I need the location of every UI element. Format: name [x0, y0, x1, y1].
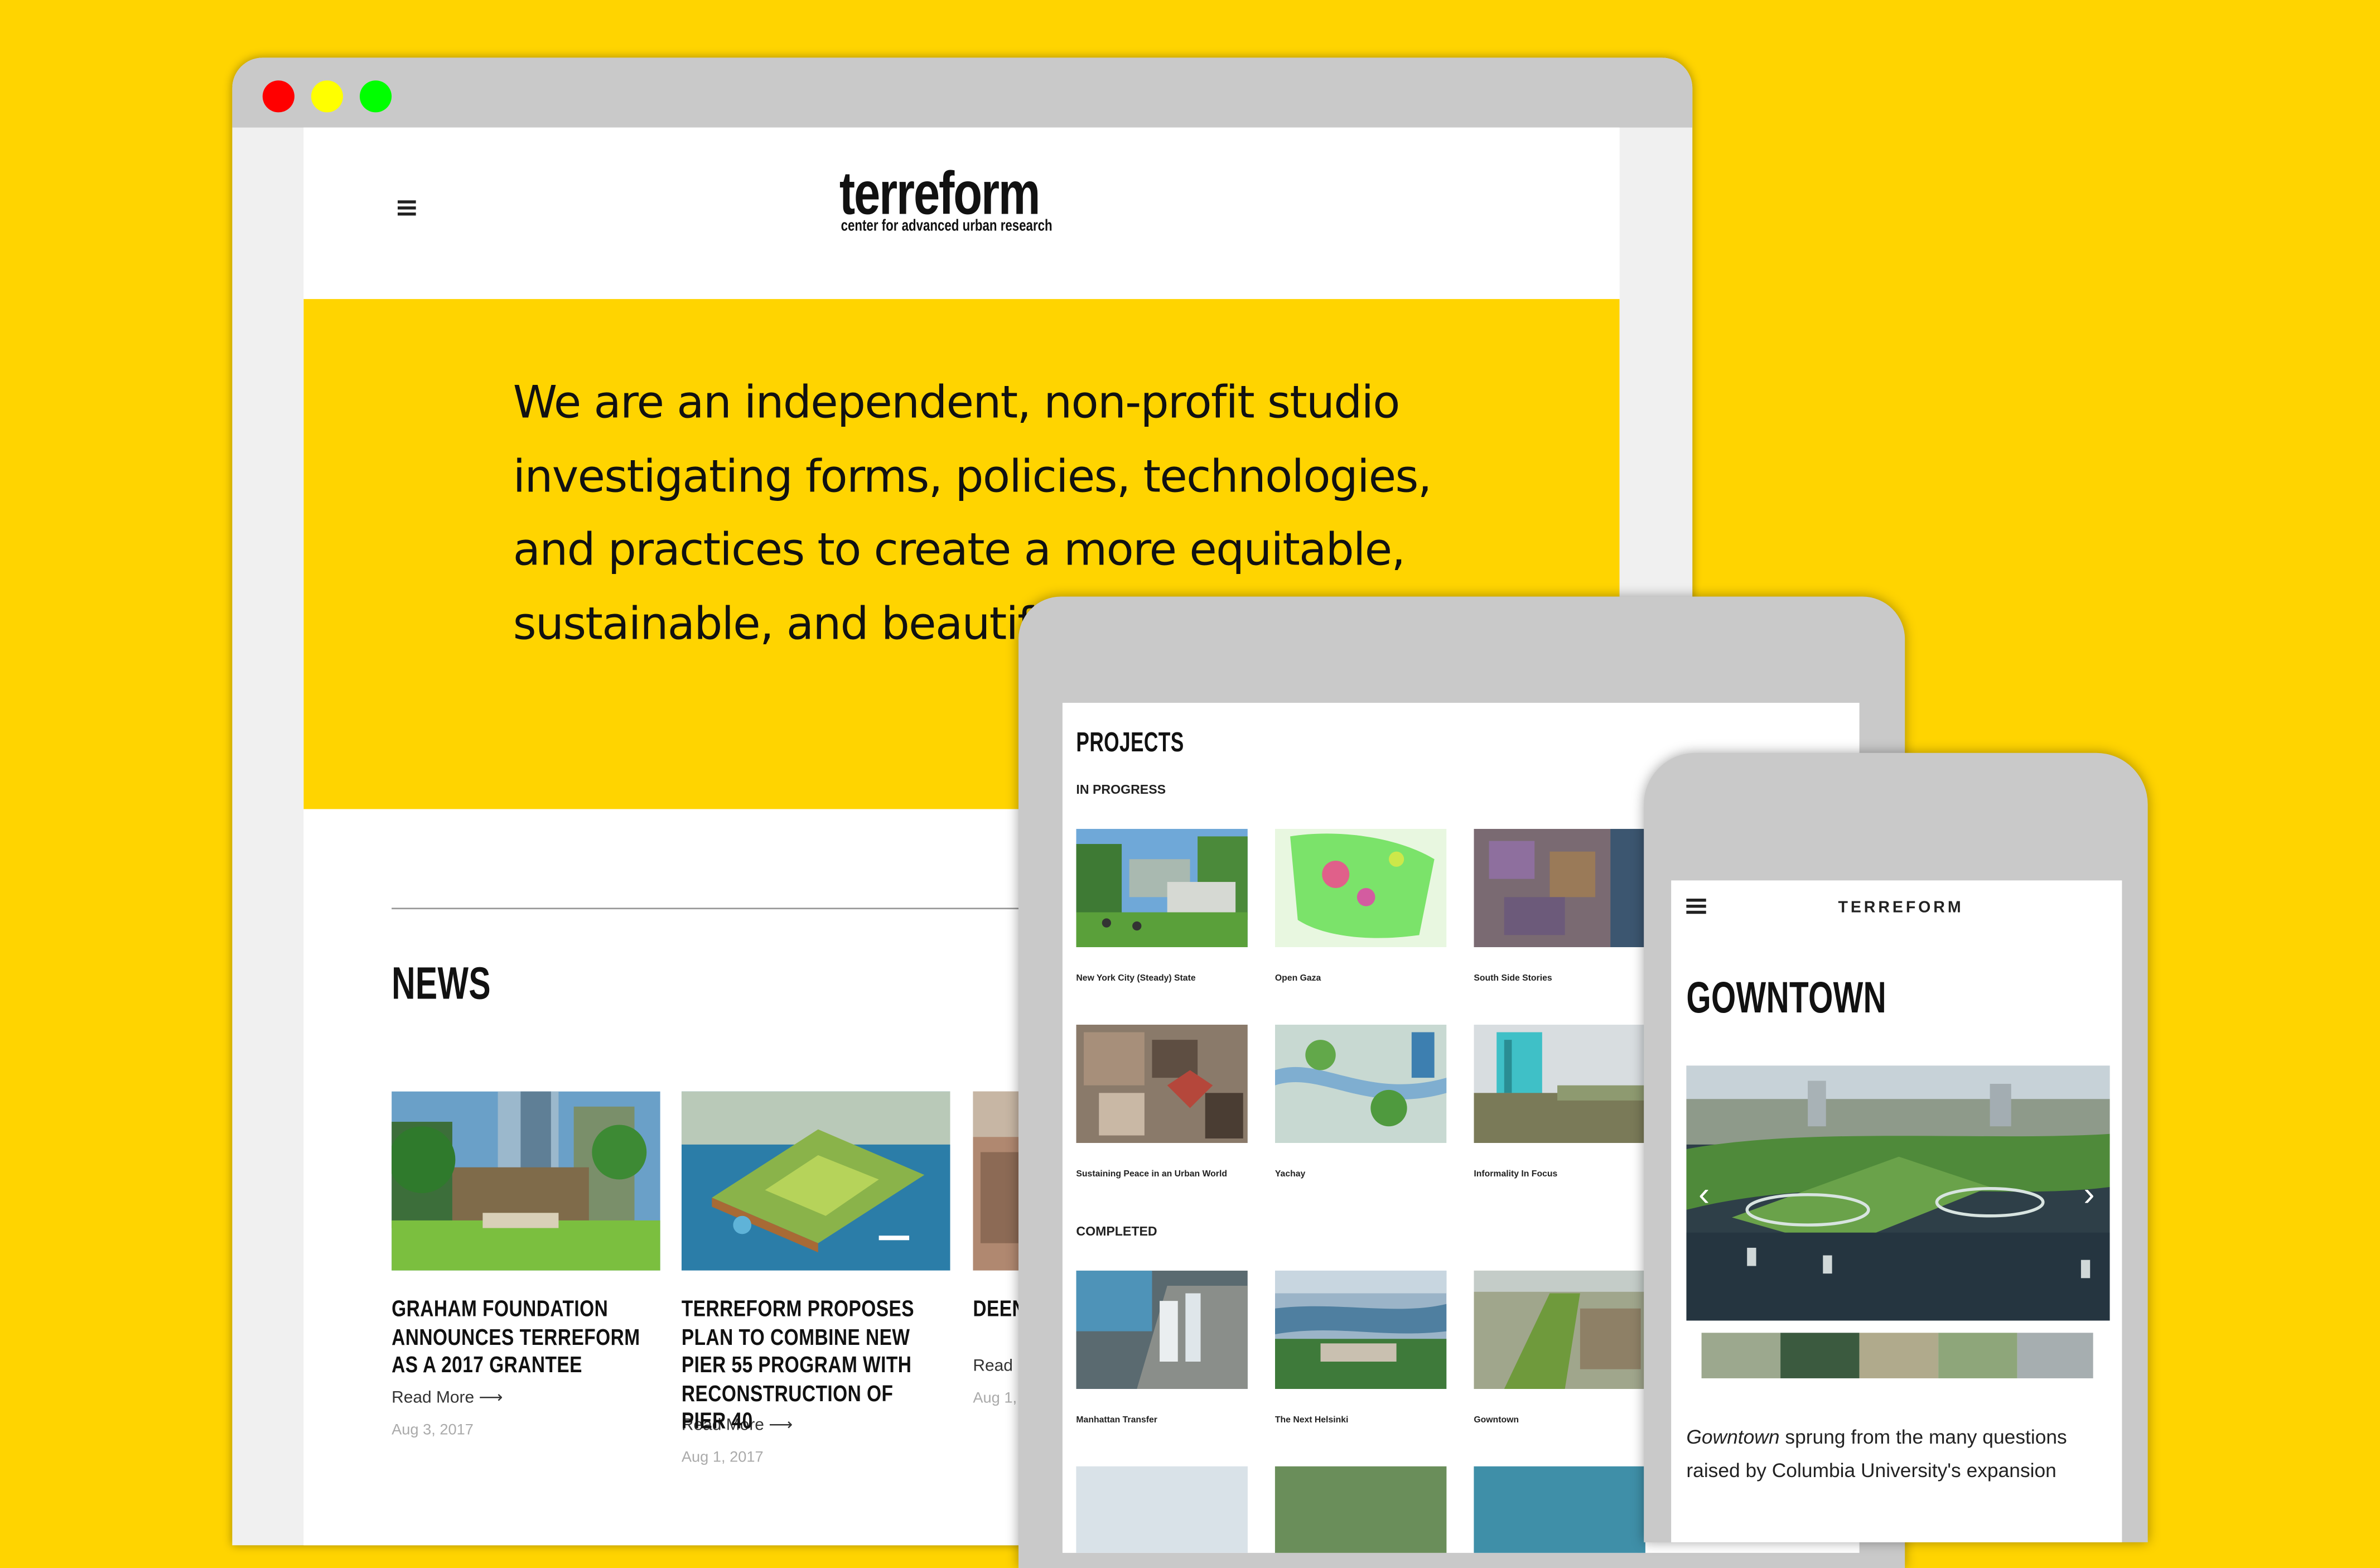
phone-brand[interactable]: TERREFORM — [1838, 899, 1963, 917]
project-thumb-south-side-stories[interactable] — [1474, 828, 1645, 948]
news-card[interactable]: GRAHAM FOUNDATION ANNOUNCES TERREFORM AS… — [388, 1091, 660, 1439]
news-image-pier-55[interactable] — [681, 1091, 950, 1271]
project-label[interactable]: Gowntown — [1474, 1416, 1519, 1425]
project-label[interactable]: New York City (Steady) State — [1076, 974, 1195, 983]
chevron-left-icon[interactable]: ‹ — [1698, 1175, 1710, 1214]
carousel-thumbnail[interactable] — [2017, 1333, 2093, 1378]
project-description-italic: Gowntown — [1686, 1425, 1780, 1449]
read-more-link[interactable]: Read More ⟶ — [392, 1387, 660, 1407]
project-thumb-sustaining-peace[interactable] — [1076, 1024, 1248, 1144]
news-heading: NEWS — [392, 959, 491, 1010]
news-card[interactable]: TERREFORM PROPOSES PLAN TO COMBINE NEW P… — [681, 1091, 950, 1466]
project-label[interactable]: The Next Helsinki — [1275, 1416, 1349, 1425]
browser-title-bar — [232, 57, 1693, 128]
project-thumb[interactable] — [1474, 1466, 1645, 1553]
carousel-thumbnail-active[interactable] — [1780, 1333, 1860, 1378]
menu-icon[interactable] — [397, 200, 416, 219]
news-date: Aug 3, 2017 — [392, 1422, 474, 1439]
carousel-thumbnail[interactable] — [1859, 1333, 1939, 1378]
minimize-window-button[interactable] — [311, 80, 344, 113]
project-label[interactable]: Yachay — [1275, 1170, 1305, 1179]
in-progress-label: IN PROGRESS — [1076, 781, 1166, 797]
project-thumb-nyc-steady-state[interactable] — [1076, 828, 1248, 948]
completed-label: COMPLETED — [1076, 1223, 1157, 1239]
news-card-title: TERREFORM PROPOSES PLAN TO COMBINE NEW P… — [681, 1296, 915, 1435]
project-description: Gowntown sprung from the many questions … — [1686, 1421, 2111, 1488]
image-carousel[interactable]: ‹ › — [1686, 1065, 2110, 1321]
phone-device: TERREFORM GOWNTOWN ‹ › Gowntown sprung f… — [1644, 752, 2148, 1542]
project-thumb-informality-in-focus[interactable] — [1474, 1024, 1645, 1144]
project-thumb-open-gaza[interactable] — [1275, 828, 1447, 948]
project-thumb-gowntown[interactable] — [1474, 1270, 1645, 1389]
project-thumb[interactable] — [1275, 1466, 1447, 1553]
project-thumb[interactable] — [1076, 1466, 1248, 1553]
chevron-right-icon[interactable]: › — [2083, 1175, 2094, 1214]
news-date: Aug 1, 2017 — [681, 1449, 764, 1466]
maximize-window-button[interactable] — [359, 80, 392, 113]
carousel-thumbnails — [1701, 1333, 2093, 1378]
news-card-title: GRAHAM FOUNDATION ANNOUNCES TERREFORM AS… — [392, 1296, 640, 1379]
carousel-thumbnail[interactable] — [1701, 1333, 1781, 1378]
close-window-button[interactable] — [262, 80, 295, 113]
menu-icon[interactable] — [1686, 899, 1706, 917]
project-thumb-manhattan-transfer[interactable] — [1076, 1270, 1248, 1389]
project-label[interactable]: Informality In Focus — [1474, 1170, 1557, 1179]
site-logo[interactable]: terreform center for advanced urban rese… — [839, 164, 1143, 240]
phone-screen: TERREFORM GOWNTOWN ‹ › Gowntown sprung f… — [1671, 880, 2122, 1542]
project-thumb-next-helsinki[interactable] — [1275, 1270, 1447, 1389]
carousel-thumbnail[interactable] — [1938, 1333, 2017, 1378]
carousel-image-gowntown — [1686, 1065, 2110, 1321]
projects-heading: PROJECTS — [1076, 727, 1184, 758]
project-thumb-yachay[interactable] — [1275, 1024, 1447, 1144]
news-image-graham[interactable] — [388, 1091, 660, 1271]
project-label[interactable]: Manhattan Transfer — [1076, 1416, 1157, 1425]
logo-wordmark: terreform — [839, 161, 1041, 228]
project-label[interactable]: Sustaining Peace in an Urban World — [1076, 1170, 1227, 1179]
project-label[interactable]: South Side Stories — [1474, 974, 1552, 983]
project-label[interactable]: Open Gaza — [1275, 974, 1321, 983]
logo-tagline: center for advanced urban research — [841, 217, 1053, 235]
project-title: GOWNTOWN — [1686, 974, 1887, 1024]
